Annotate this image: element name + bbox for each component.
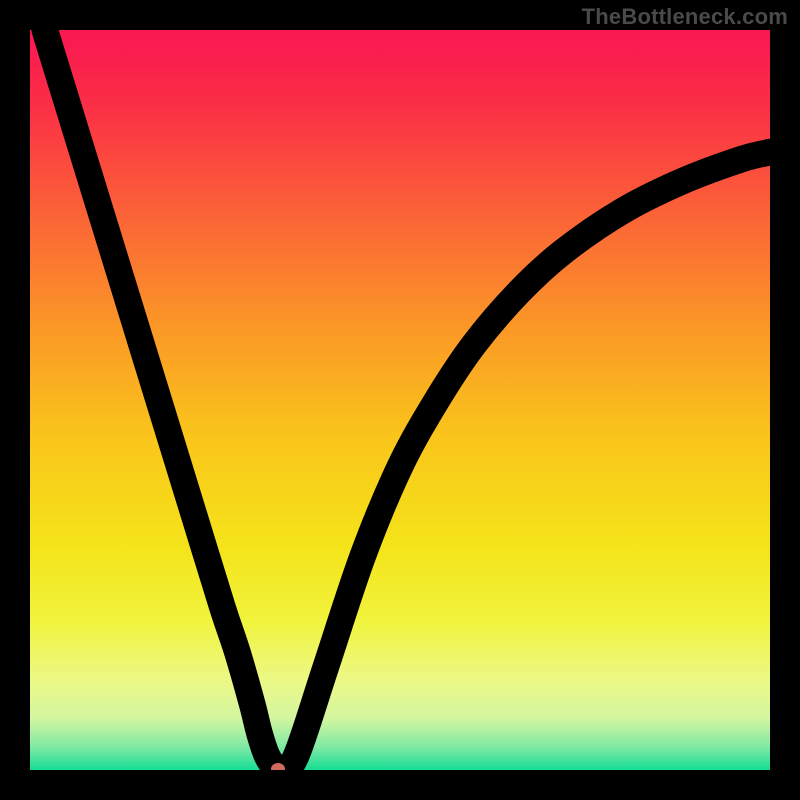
bottleneck-curve <box>45 30 770 770</box>
watermark-text: TheBottleneck.com <box>582 4 788 30</box>
curve-layer <box>30 30 770 770</box>
plot-area <box>30 30 770 770</box>
chart-stage: TheBottleneck.com <box>0 0 800 800</box>
minimum-marker <box>271 763 285 770</box>
